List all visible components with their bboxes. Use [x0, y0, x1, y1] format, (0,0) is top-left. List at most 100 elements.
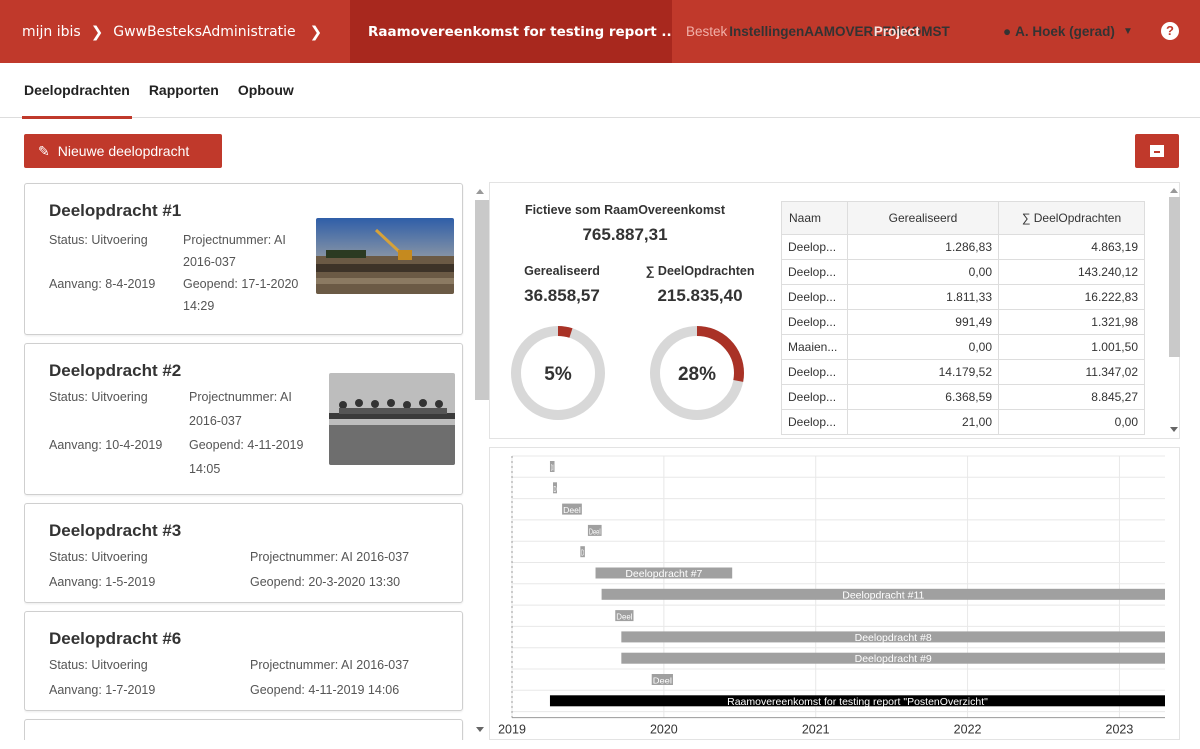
card-project: Projectnummer: AI 2016-037: [250, 658, 410, 672]
sum-donut: 28%: [650, 326, 744, 420]
cell-naam: Deelop...: [781, 384, 848, 410]
help-icon[interactable]: ?: [1161, 22, 1179, 40]
fictive-sum-label: Fictieve som RaamOvereenkomst: [524, 203, 726, 217]
cell-gerealiseerd: 991,49: [847, 309, 999, 335]
tab-rapporten[interactable]: Rapporten: [149, 63, 219, 118]
cell-sum: 143.240,12: [998, 259, 1145, 285]
user-menu[interactable]: ● A. Hoek (gerad) ▼: [1003, 0, 1133, 63]
gantt-tick-label: 2022: [954, 723, 982, 737]
nav-bestek[interactable]: Bestek: [686, 24, 727, 39]
realized-label: Gerealiseerd: [524, 264, 600, 278]
tab-deelopdrachten[interactable]: Deelopdrachten: [22, 63, 132, 119]
scrollbar-thumb[interactable]: [1169, 197, 1180, 357]
gantt-bar-label: Deel: [563, 506, 581, 515]
gantt-tick-label: 2023: [1106, 723, 1134, 737]
col-gerealiseerd[interactable]: Gerealiseerd: [847, 201, 999, 235]
realized-percentage: 5%: [544, 364, 572, 385]
card-title: Deelopdracht #6: [49, 629, 182, 648]
card-title: Deelopdracht #3: [49, 521, 182, 540]
nav-project[interactable]: Project: [874, 24, 920, 39]
deelopdracht-card[interactable]: [24, 719, 463, 740]
top-nav: Bestek InstellingenAAMOVEREENKOMST Proje…: [686, 0, 950, 63]
card-project: Projectnummer: AI: [183, 233, 286, 247]
caret-down-icon: ▼: [1122, 26, 1133, 37]
scroll-up-icon[interactable]: [1170, 188, 1178, 193]
card-opened-time: 14:05: [189, 462, 221, 476]
breadcrumb-home[interactable]: mijn ibis: [22, 24, 81, 40]
card-opened: Geopend: 4-11-2019: [189, 438, 304, 452]
gantt-bar-label: Deel: [616, 613, 632, 622]
archive-icon: [1150, 145, 1164, 157]
gantt-bar-label: Deel: [589, 527, 601, 536]
tab-opbouw[interactable]: Opbouw: [238, 63, 294, 118]
deelopdracht-card[interactable]: Deelopdracht #1 Status: Uitvoering Proje…: [24, 183, 463, 335]
scrollbar-thumb[interactable]: [475, 200, 489, 400]
gantt-bar-label: Deelopdracht #7: [625, 568, 702, 580]
col-naam[interactable]: Naam: [781, 201, 848, 235]
sum-percentage: 28%: [678, 364, 716, 385]
cell-gerealiseerd: 14.179,52: [847, 359, 999, 385]
card-start: Aanvang: 1-5-2019: [49, 575, 156, 589]
cell-naam: Deelop...: [781, 309, 848, 335]
gantt-tick-label: 2019: [498, 723, 526, 737]
cell-sum: 4.863,19: [998, 234, 1145, 260]
card-start: Aanvang: 8-4-2019: [49, 277, 156, 291]
table-row[interactable]: Deelop... 21,00 0,00: [781, 409, 1145, 435]
scroll-down-icon[interactable]: [476, 727, 484, 732]
gantt-bar-label: Deelopdracht #9: [855, 653, 932, 665]
breadcrumb: mijn ibis ❯ GwwBesteksAdministratie ❯: [0, 0, 350, 63]
tab-bar: Deelopdrachten Rapporten Opbouw: [0, 63, 1200, 119]
cell-sum: 11.347,02: [998, 359, 1145, 385]
table-row[interactable]: Deelop... 14.179,52 11.347,02: [781, 359, 1145, 385]
new-deelopdracht-button[interactable]: ✎ Nieuwe deelopdracht: [24, 134, 222, 168]
table-row[interactable]: Deelop... 1.811,33 16.222,83: [781, 284, 1145, 310]
chevron-right-icon: ❯: [90, 22, 104, 41]
gantt-bar-label: Deel: [653, 677, 673, 686]
cell-naam: Deelop...: [781, 409, 848, 435]
breadcrumb-admin[interactable]: GwwBesteksAdministratie: [113, 24, 295, 40]
cell-gerealiseerd: 1.286,83: [847, 234, 999, 260]
table-row[interactable]: Deelop... 6.368,59 8.845,27: [781, 384, 1145, 410]
cell-sum: 1.001,50: [998, 334, 1145, 360]
card-status: Status: Uitvoering: [49, 658, 148, 672]
card-status: Status: Uitvoering: [49, 233, 148, 247]
cell-gerealiseerd: 0,00: [847, 334, 999, 360]
table-row[interactable]: Deelop... 991,49 1.321,98: [781, 309, 1145, 335]
cell-gerealiseerd: 6.368,59: [847, 384, 999, 410]
user-name: A. Hoek (gerad): [1015, 24, 1115, 39]
card-thumbnail: [316, 218, 454, 294]
table-row[interactable]: Maaien... 0,00 1.001,50: [781, 334, 1145, 360]
card-thumbnail: [329, 373, 455, 465]
deelopdracht-card[interactable]: Deelopdracht #2 Status: Uitvoering Proje…: [24, 343, 463, 495]
list-scrollbar[interactable]: [471, 184, 489, 740]
archive-button[interactable]: [1135, 134, 1179, 168]
pencil-icon: ✎: [38, 142, 50, 159]
planning-gantt-chart: 2019 2020 2021 2022 2023 Dl D Deel Deel D Deelopdr…: [489, 447, 1180, 740]
card-opened-time: 14:29: [183, 299, 215, 313]
cell-naam: Deelop...: [781, 284, 848, 310]
gantt-tick-label: 2021: [802, 723, 830, 737]
scroll-up-icon[interactable]: [476, 189, 484, 194]
fictive-sum-value: 765.887,31: [582, 225, 668, 244]
col-deelopdrachten[interactable]: ∑ DeelOpdrachten: [998, 201, 1145, 235]
breadcrumb-current[interactable]: Raamovereenkomst for testing report ...: [350, 0, 672, 63]
sum-deelopdrachten-value: 215.835,40: [657, 286, 743, 305]
user-icon: ●: [1003, 24, 1012, 39]
gantt-bar-label: D: [581, 549, 584, 558]
gantt-bar-label: Deelopdracht #11: [842, 589, 924, 601]
card-status: Status: Uitvoering: [49, 390, 148, 404]
cell-naam: Deelop...: [781, 259, 848, 285]
table-scrollbar[interactable]: [1168, 183, 1181, 440]
scroll-down-icon[interactable]: [1170, 427, 1178, 432]
cell-naam: Deelop...: [781, 359, 848, 385]
cell-gerealiseerd: 21,00: [847, 409, 999, 435]
table-row[interactable]: Deelop... 0,00 143.240,12: [781, 259, 1145, 285]
chevron-right-icon: ❯: [309, 22, 323, 41]
cell-sum: 16.222,83: [998, 284, 1145, 310]
card-project: Projectnummer: AI: [189, 390, 292, 404]
cell-sum: 8.845,27: [998, 384, 1145, 410]
table-row[interactable]: Deelop... 1.286,83 4.863,19: [781, 234, 1145, 260]
deelopdracht-card[interactable]: Deelopdracht #6 Status: Uitvoering Proje…: [24, 611, 463, 711]
card-project-number: 2016-037: [189, 414, 242, 428]
deelopdracht-card[interactable]: Deelopdracht #3 Status: Uitvoering Proje…: [24, 503, 463, 603]
